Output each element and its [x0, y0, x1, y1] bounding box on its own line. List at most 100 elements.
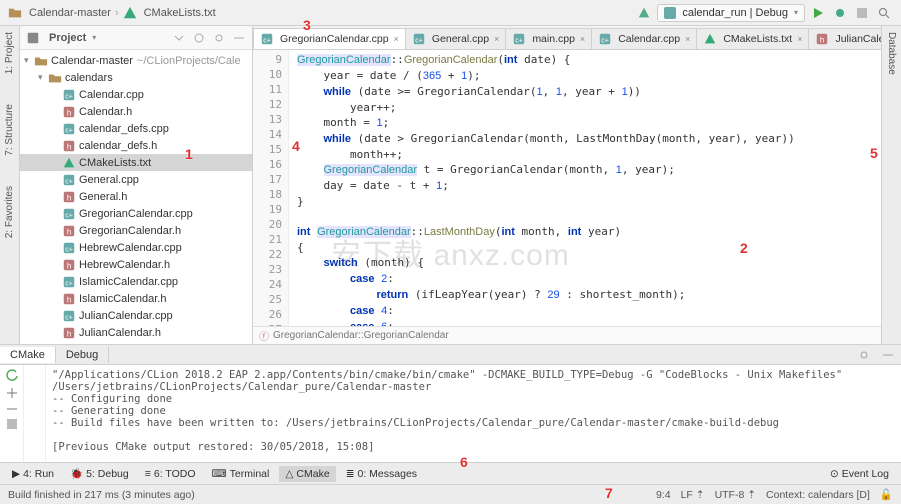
- console-tool-column: [0, 365, 24, 462]
- cmake-icon: [123, 6, 137, 20]
- tool-messages[interactable]: ≣ 0: Messages: [340, 466, 423, 482]
- tree-item[interactable]: ▾calendars: [20, 69, 252, 86]
- code-editor[interactable]: GregorianCalendar::GregorianCalendar(int…: [289, 50, 881, 326]
- status-encoding[interactable]: UTF-8 ⇡: [715, 489, 756, 501]
- breadcrumb[interactable]: Calendar-master › CMakeLists.txt: [8, 6, 631, 20]
- project-panel-header: Project ▾: [20, 26, 252, 50]
- svg-text:h: h: [67, 329, 71, 338]
- project-tree[interactable]: ▾Calendar-master~/CLionProjects/Cale▾cal…: [20, 50, 252, 344]
- close-icon: ×: [580, 34, 585, 44]
- svg-text:h: h: [67, 108, 71, 117]
- reload-icon[interactable]: [5, 369, 19, 383]
- line-gutter[interactable]: 9101112131415161718192021222324252627282…: [253, 50, 289, 326]
- debug-button[interactable]: [831, 4, 849, 22]
- svg-text:c+: c+: [415, 38, 423, 45]
- build-button[interactable]: [635, 4, 653, 22]
- rail-project[interactable]: 1: Project: [4, 32, 15, 74]
- status-context[interactable]: Context: calendars [D]: [766, 489, 870, 501]
- chevron-down-icon[interactable]: ▾: [92, 33, 96, 42]
- tree-item[interactable]: hJulianCalendar.h: [20, 324, 252, 341]
- bottom-tab-debug[interactable]: Debug: [56, 347, 109, 363]
- editor-tab[interactable]: hJulianCalendar.h×: [808, 28, 881, 49]
- tool-debug[interactable]: 🐞 5: Debug: [64, 465, 135, 482]
- status-bar: Build finished in 217 ms (3 minutes ago)…: [0, 484, 901, 504]
- bottom-tabs: CMake Debug: [0, 345, 901, 365]
- status-caret-pos[interactable]: 9:4: [656, 489, 671, 501]
- svg-text:c+: c+: [65, 280, 73, 287]
- hide-icon[interactable]: [881, 348, 895, 362]
- tree-item[interactable]: CMakeLists.txt: [20, 154, 252, 171]
- svg-text:h: h: [67, 261, 71, 270]
- folder-icon: [8, 6, 22, 20]
- project-panel: Project ▾ ▾Calendar-master~/CLionProject…: [20, 26, 253, 344]
- minus-icon[interactable]: [6, 403, 18, 415]
- tree-item[interactable]: hGeneral.h: [20, 188, 252, 205]
- close-icon: ×: [685, 34, 690, 44]
- bottom-tab-cmake[interactable]: CMake: [0, 347, 56, 363]
- tree-item[interactable]: hIslamicCalendar.h: [20, 290, 252, 307]
- svg-text:c+: c+: [65, 178, 73, 185]
- locate-icon[interactable]: [192, 31, 206, 45]
- search-button[interactable]: [875, 4, 893, 22]
- lock-icon[interactable]: 🔓: [880, 488, 893, 501]
- rail-structure[interactable]: 7: Structure: [4, 104, 15, 156]
- left-tool-rail: 1: Project 7: Structure 2: Favorites: [0, 26, 20, 344]
- svg-text:c+: c+: [65, 212, 73, 219]
- svg-text:h: h: [67, 193, 71, 202]
- svg-text:c+: c+: [65, 127, 73, 134]
- svg-text:h: h: [820, 36, 824, 45]
- editor-breadcrumb[interactable]: ⓕ GregorianCalendar::GregorianCalendar: [253, 326, 881, 344]
- run-button[interactable]: [809, 4, 827, 22]
- editor-tab[interactable]: c+Calendar.cpp×: [591, 28, 697, 49]
- tree-item[interactable]: c+Calendar.cpp: [20, 86, 252, 103]
- project-icon: [26, 31, 40, 45]
- chevron-right-icon: ›: [115, 7, 119, 19]
- tool-run[interactable]: ▶ 4: Run: [6, 466, 60, 482]
- tree-item[interactable]: hcalendar_defs.h: [20, 137, 252, 154]
- tool-todo[interactable]: ≡ 6: TODO: [139, 466, 202, 482]
- close-icon: ×: [797, 34, 802, 44]
- tool-event-log[interactable]: ⊙ Event Log: [824, 466, 895, 482]
- editor-tab[interactable]: c+General.cpp×: [405, 28, 506, 49]
- svg-text:c+: c+: [601, 38, 609, 45]
- editor-tab[interactable]: c+GregorianCalendar.cpp×: [253, 28, 406, 49]
- editor-tab[interactable]: c+main.cpp×: [505, 28, 592, 49]
- tree-item[interactable]: hCalendar.h: [20, 103, 252, 120]
- stop-button[interactable]: [853, 4, 871, 22]
- svg-text:c+: c+: [263, 38, 271, 45]
- stop-icon[interactable]: [7, 419, 17, 429]
- tree-item[interactable]: c+HebrewCalendar.cpp: [20, 239, 252, 256]
- tree-item[interactable]: c+IslamicCalendar.cpp: [20, 273, 252, 290]
- svg-text:c+: c+: [65, 93, 73, 100]
- editor-area: c+GregorianCalendar.cpp×c+General.cpp×c+…: [253, 26, 881, 344]
- rail-favorites[interactable]: 2: Favorites: [4, 186, 15, 238]
- right-tool-rail: Database: [881, 26, 901, 344]
- rail-database[interactable]: Database: [886, 32, 897, 75]
- hide-icon[interactable]: [232, 31, 246, 45]
- editor-tabs[interactable]: c+GregorianCalendar.cpp×c+General.cpp×c+…: [253, 26, 881, 50]
- chevron-down-icon: ▾: [794, 8, 798, 17]
- tree-item[interactable]: ▾Calendar-master~/CLionProjects/Cale: [20, 52, 252, 69]
- tree-item[interactable]: hHebrewCalendar.h: [20, 256, 252, 273]
- gear-icon[interactable]: [857, 348, 871, 362]
- breadcrumb-root: Calendar-master: [29, 7, 111, 19]
- console-output[interactable]: "/Applications/CLion 2018.2 EAP 2.app/Co…: [46, 365, 901, 462]
- plus-icon[interactable]: [6, 387, 18, 399]
- run-config-selector[interactable]: calendar_run | Debug ▾: [657, 4, 805, 22]
- gear-icon[interactable]: [212, 31, 226, 45]
- tree-item[interactable]: c+JulianCalendar.cpp: [20, 307, 252, 324]
- tool-cmake[interactable]: △ CMake: [279, 466, 335, 482]
- status-line-sep[interactable]: LF ⇡: [681, 489, 705, 501]
- app-icon: [664, 7, 676, 19]
- collapse-icon[interactable]: [172, 31, 186, 45]
- svg-text:h: h: [67, 295, 71, 304]
- tree-item[interactable]: c+calendar_defs.cpp: [20, 120, 252, 137]
- editor-tab[interactable]: CMakeLists.txt×: [696, 28, 809, 49]
- tree-item[interactable]: c+General.cpp: [20, 171, 252, 188]
- close-icon: ×: [394, 34, 399, 44]
- tree-item[interactable]: hGregorianCalendar.h: [20, 222, 252, 239]
- svg-text:c+: c+: [65, 314, 73, 321]
- top-toolbar: Calendar-master › CMakeLists.txt calenda…: [0, 0, 901, 26]
- tree-item[interactable]: c+GregorianCalendar.cpp: [20, 205, 252, 222]
- tool-terminal[interactable]: ⌨ Terminal: [206, 466, 276, 482]
